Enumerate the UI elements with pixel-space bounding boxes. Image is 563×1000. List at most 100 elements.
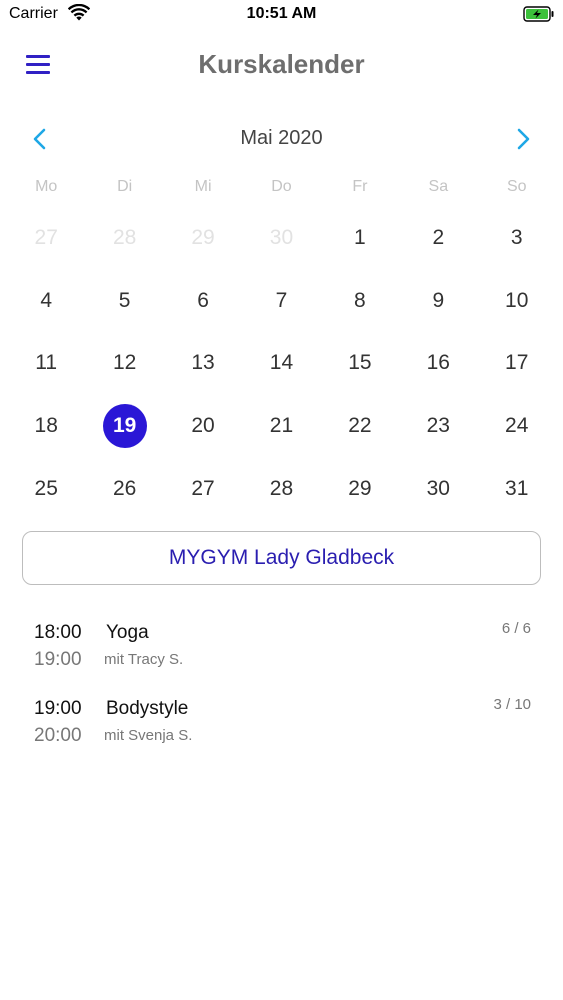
course-capacity: 3 / 10 xyxy=(493,696,531,713)
day-number: 22 xyxy=(348,414,372,438)
weekday-label: So xyxy=(506,178,527,195)
day-cell[interactable]: 18 xyxy=(7,395,85,458)
day-number: 17 xyxy=(505,351,529,375)
course-capacity: 6 / 6 xyxy=(501,620,531,637)
day-cell[interactable]: 13 xyxy=(164,332,242,395)
day-cell[interactable]: 20 xyxy=(164,395,242,458)
day-number: 14 xyxy=(269,351,294,375)
course-start-time: 19:00 xyxy=(34,698,82,719)
weekday-label: Di xyxy=(117,178,133,195)
day-cell[interactable]: 28 xyxy=(85,207,163,270)
month-label: Mai 2020 xyxy=(240,127,323,149)
day-number: 2 xyxy=(432,226,445,250)
course-name: Bodystyle xyxy=(106,698,189,719)
day-number: 29 xyxy=(191,226,215,250)
day-cell[interactable]: 9 xyxy=(399,270,477,333)
weekday-label: Sa xyxy=(428,178,449,195)
day-number: 26 xyxy=(112,476,137,500)
page-title: Kurskalender xyxy=(198,49,365,79)
day-number: 13 xyxy=(191,351,215,375)
day-cell[interactable]: 5 xyxy=(85,270,163,333)
day-cell[interactable]: 17 xyxy=(478,332,556,395)
day-cell[interactable]: 2 xyxy=(399,207,477,270)
day-number: 11 xyxy=(35,351,58,375)
day-cell[interactable]: 26 xyxy=(85,457,163,520)
day-number: 12 xyxy=(112,351,137,375)
day-number: 31 xyxy=(505,476,529,500)
day-cell[interactable]: 23 xyxy=(399,395,477,458)
day-number: 20 xyxy=(191,414,215,438)
day-cell[interactable]: 15 xyxy=(321,332,399,395)
day-cell[interactable]: 4 xyxy=(7,270,85,333)
day-number: 24 xyxy=(505,414,529,438)
day-number: 7 xyxy=(275,288,288,312)
day-cell[interactable]: 27 xyxy=(164,457,242,520)
day-cell[interactable]: 1 xyxy=(321,207,399,270)
day-cell[interactable]: 14 xyxy=(242,332,320,395)
day-number: 16 xyxy=(426,351,450,375)
day-cell[interactable]: 8 xyxy=(321,270,399,333)
status-time: 10:51 AM xyxy=(246,5,317,22)
course-list-item[interactable]: 19:00 20:00 Bodystyle mit Svenja S. 3 / 10 xyxy=(0,688,563,764)
day-cell[interactable]: 30 xyxy=(242,207,320,270)
day-number: 28 xyxy=(112,226,137,250)
day-cell[interactable]: 3 xyxy=(478,207,556,270)
day-cell[interactable]: 24 xyxy=(478,395,556,458)
battery-charging-icon xyxy=(523,6,554,22)
weekday-label: Mo xyxy=(35,178,58,195)
week-row: 11 12 13 14 15 16 17 xyxy=(7,332,556,395)
day-cell[interactable]: 30 xyxy=(399,457,477,520)
day-cell[interactable]: 28 xyxy=(242,457,320,520)
status-bar: Carrier 10:51 AM xyxy=(0,0,563,30)
day-cell[interactable]: 11 xyxy=(7,332,85,395)
course-list-item[interactable]: 18:00 19:00 Yoga mit Tracy S. 6 / 6 xyxy=(0,612,563,688)
day-cell[interactable]: 31 xyxy=(478,457,556,520)
day-cell[interactable]: 29 xyxy=(164,207,242,270)
day-number: 27 xyxy=(191,476,215,500)
day-cell[interactable]: 6 xyxy=(164,270,242,333)
day-number: 5 xyxy=(118,288,131,312)
day-cell[interactable]: 22 xyxy=(321,395,399,458)
course-trainer: mit Tracy S. xyxy=(104,651,184,668)
day-cell[interactable]: 21 xyxy=(242,395,320,458)
day-cell[interactable]: 29 xyxy=(321,457,399,520)
day-number: 8 xyxy=(354,288,366,312)
day-cell[interactable]: 27 xyxy=(7,207,85,270)
day-cell[interactable]: 25 xyxy=(7,457,85,520)
day-number: 28 xyxy=(269,476,294,500)
course-end-time: 19:00 xyxy=(34,649,82,670)
week-row: 25 26 27 28 29 30 31 xyxy=(7,457,556,520)
calendar-grid: 27 28 29 30 1 2 3 4 5 6 7 8 9 10 11 12 13 14 15 16 17 18 19 20 2… xyxy=(7,207,556,520)
location-select-button[interactable]: MYGYM Lady Gladbeck xyxy=(22,531,541,585)
week-row: 4 5 6 7 8 9 10 xyxy=(7,270,556,333)
day-cell-selected[interactable]: 19 xyxy=(85,395,163,458)
course-name: Yoga xyxy=(106,622,149,643)
day-number: 21 xyxy=(269,414,294,438)
day-cell[interactable]: 10 xyxy=(478,270,556,333)
day-number: 10 xyxy=(505,288,529,312)
week-row: 18 19 20 21 22 23 24 xyxy=(7,395,556,458)
day-number: 6 xyxy=(197,288,209,312)
course-list: 18:00 19:00 Yoga mit Tracy S. 6 / 6 19:00 20:0… xyxy=(0,612,563,764)
day-number: 27 xyxy=(34,226,58,250)
day-number: 3 xyxy=(510,226,523,250)
day-number: 30 xyxy=(426,476,450,500)
weekday-header: Mo Di Mi Do Fr Sa So xyxy=(7,178,556,200)
day-cell[interactable]: 12 xyxy=(85,332,163,395)
month-header: Mai 2020 xyxy=(0,122,563,156)
course-trainer: mit Svenja S. xyxy=(104,727,193,744)
weekday-label: Mi xyxy=(194,178,212,195)
day-cell[interactable]: 7 xyxy=(242,270,320,333)
day-number: 25 xyxy=(34,476,58,500)
course-start-time: 18:00 xyxy=(34,622,82,643)
weekday-label: Fr xyxy=(352,178,368,195)
day-number: 1 xyxy=(354,226,366,250)
day-number: 23 xyxy=(426,414,450,438)
day-number: 29 xyxy=(348,476,372,500)
chevron-right-icon[interactable] xyxy=(511,126,535,152)
day-number: 30 xyxy=(269,226,294,250)
week-row: 27 28 29 30 1 2 3 xyxy=(7,207,556,270)
day-cell[interactable]: 16 xyxy=(399,332,477,395)
day-number: 9 xyxy=(432,288,445,312)
day-number: 19 xyxy=(102,404,147,449)
